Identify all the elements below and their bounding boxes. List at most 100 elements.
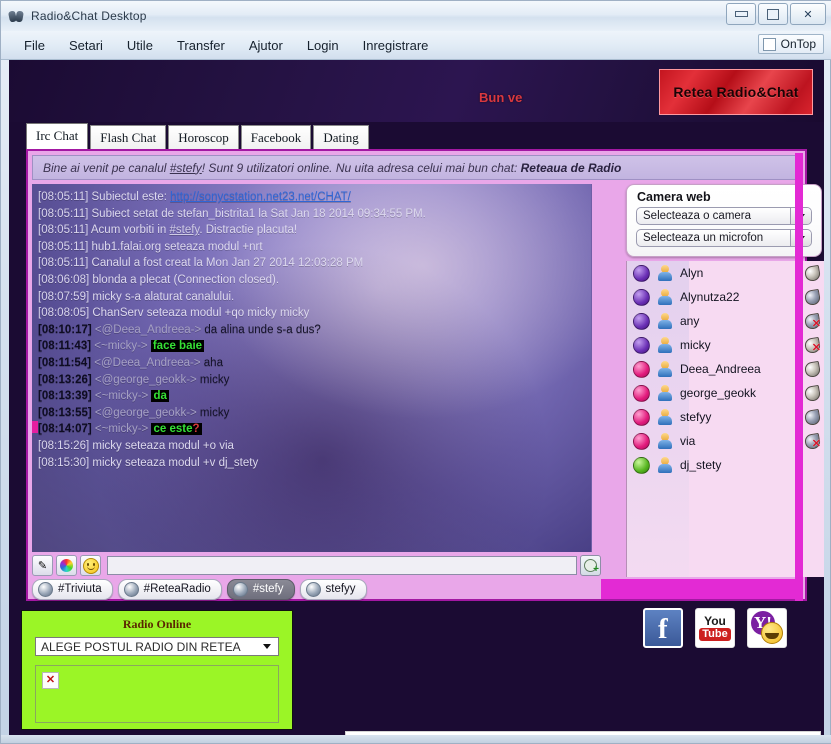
chat-nick[interactable]: <~micky->	[95, 390, 148, 402]
user-name: micky	[680, 338, 711, 352]
speaker-icon[interactable]	[803, 264, 822, 283]
message-input[interactable]	[107, 556, 577, 575]
main-content: Bun ve Retea Radio&Chat Irc Chat Flash C…	[9, 60, 824, 737]
chat-text-after: . Distractie placuta!	[199, 224, 298, 237]
app-icon	[7, 8, 25, 24]
avatar	[657, 289, 673, 305]
youtube-icon[interactable]: You Tube	[695, 608, 735, 648]
chat-timestamp: [08:05:11]	[38, 240, 89, 253]
avatar	[657, 313, 673, 329]
chat-nick[interactable]: <@george_geokk->	[95, 407, 197, 419]
speaker-muted-icon[interactable]: ✕	[803, 336, 822, 355]
facebook-icon[interactable]: f	[643, 608, 683, 648]
speaker-muted-icon[interactable]: ✕	[803, 312, 822, 331]
radio-station-select[interactable]: ALEGE POSTUL RADIO DIN RETEA	[35, 637, 279, 656]
tab-irc-chat[interactable]: Irc Chat	[26, 123, 89, 151]
camera-select[interactable]: Selecteaza o camera	[636, 207, 812, 225]
minimize-icon	[734, 11, 748, 17]
menu-item-utile[interactable]: Utile	[116, 35, 164, 56]
radio-station-value: ALEGE POSTUL RADIO DIN RETEA	[41, 639, 241, 654]
chat-highlight-question: ?	[192, 423, 200, 436]
channel-icon	[232, 581, 248, 597]
channel-icon	[123, 581, 139, 597]
youtube-you: You	[704, 614, 726, 628]
channel-tab-triviuta[interactable]: #Triviuta	[32, 578, 113, 600]
chat-nick[interactable]: <@george_geokk->	[95, 374, 197, 386]
maximize-button[interactable]	[758, 3, 788, 25]
menu-item-inregistrare[interactable]: Inregistrare	[352, 35, 440, 56]
chat-timestamp: [08:06:08]	[38, 273, 90, 286]
chat-line: [08:10:17] <@Deea_Andreea-> da alina und…	[38, 322, 591, 339]
speaker-icon[interactable]	[803, 360, 822, 379]
speaker-muted-icon[interactable]: ✕	[803, 432, 822, 451]
magenta-strip-bottom	[601, 579, 801, 599]
yahoo-messenger-icon[interactable]: Y!	[747, 608, 787, 648]
chat-nick[interactable]: <@Deea_Andreea->	[94, 357, 200, 369]
tab-dating[interactable]: Dating	[313, 125, 369, 151]
chat-timestamp: [08:10:17]	[38, 323, 92, 336]
window-controls: ✕	[726, 3, 826, 25]
chat-text: aha	[200, 356, 223, 369]
microphone-select[interactable]: Selecteaza un microfon	[636, 229, 812, 247]
avatar	[657, 385, 673, 401]
user-name: stefyy	[680, 410, 712, 424]
menu-item-file[interactable]: File	[13, 35, 56, 56]
smiley-icon[interactable]	[80, 555, 101, 576]
chat-link[interactable]: http://sonycstation.net23.net/CHAT/	[170, 191, 351, 203]
welcome-headline: Bun ve	[479, 90, 523, 105]
color-wheel-icon[interactable]	[56, 555, 77, 576]
broken-image-icon: ✕	[42, 672, 59, 689]
chat-line: [08:05:11] Canalul a fost creat la Mon J…	[38, 255, 591, 272]
chat-line: [08:05:11] Subiectul este: http://sonycs…	[38, 189, 591, 206]
chat-log[interactable]: [08:05:11] Subiectul este: http://sonycs…	[32, 184, 592, 552]
channel-tab-stefy[interactable]: #stefy	[226, 578, 295, 600]
speaker-icon[interactable]	[803, 384, 822, 403]
chat-nick[interactable]: <~micky->	[95, 423, 148, 435]
welcome-bar: Bine ai venit pe canalul #stefy! Sunt 9 …	[32, 155, 801, 180]
menu-item-login[interactable]: Login	[296, 35, 350, 56]
ontop-checkbox[interactable]	[762, 37, 776, 51]
status-badge	[633, 336, 650, 354]
magenta-strip	[795, 153, 803, 601]
chat-timestamp: [08:11:54]	[38, 356, 92, 369]
tab-flash-chat[interactable]: Flash Chat	[90, 125, 167, 151]
channel-tab-retearadio[interactable]: #ReteaRadio	[117, 578, 222, 600]
user-name: Alyn	[680, 266, 704, 280]
menu-item-setari[interactable]: Setari	[58, 35, 114, 56]
chat-channel-ref[interactable]: #stefy	[169, 224, 199, 236]
chat-nick[interactable]: <~micky->	[94, 340, 147, 352]
chat-text: ChanServ seteaza modul +qo micky micky	[92, 307, 310, 320]
chat-timestamp: [08:13:26]	[38, 373, 92, 386]
title-bar: Radio&Chat Desktop ✕	[1, 1, 831, 31]
chevron-down-icon[interactable]	[256, 644, 278, 649]
script-icon[interactable]: ✎	[32, 555, 53, 576]
ontop-toggle[interactable]: OnTop	[757, 34, 824, 54]
window-title: Radio&Chat Desktop	[31, 9, 147, 23]
status-badge	[633, 432, 650, 450]
status-badge	[633, 312, 650, 330]
channel-tab-stefyy-query[interactable]: stefyy	[299, 578, 367, 600]
chat-line: [08:05:11] Subiect setat de stefan_bistr…	[38, 206, 591, 223]
chat-line: [08:15:26] micky seteaza modul +o via	[38, 438, 591, 455]
channel-tab-label: #stefy	[252, 583, 284, 595]
chat-timestamp: [08:14:07]	[38, 423, 92, 436]
radio-panel-title: Radio Online	[122, 617, 192, 631]
avatar	[657, 265, 673, 281]
welcome-channel-link[interactable]: #stefy	[170, 161, 202, 175]
welcome-middle: ! Sunt 9 utilizatori online. Nu uita adr…	[201, 160, 521, 175]
brand-logo: Retea Radio&Chat	[659, 69, 813, 115]
welcome-prefix: Bine ai venit pe canalul	[43, 160, 170, 175]
menu-item-ajutor[interactable]: Ajutor	[238, 35, 294, 56]
chat-nick[interactable]: <@Deea_Andreea->	[95, 324, 201, 336]
close-button[interactable]: ✕	[790, 3, 826, 25]
chat-line: [08:05:11] Acum vorbiti in #stefy. Distr…	[38, 222, 591, 239]
radio-player-area: ✕	[35, 665, 279, 723]
camera-panel: Camera web Selecteaza o camera Selecteaz…	[626, 184, 822, 257]
chat-line: [08:13:26] <@george_geokk-> micky	[38, 372, 591, 389]
speaker-icon[interactable]	[803, 288, 822, 307]
menu-item-transfer[interactable]: Transfer	[166, 35, 236, 56]
tab-horoscop[interactable]: Horoscop	[168, 125, 239, 151]
minimize-button[interactable]	[726, 3, 756, 25]
tab-facebook[interactable]: Facebook	[240, 125, 312, 151]
speaker-icon[interactable]	[803, 408, 822, 427]
